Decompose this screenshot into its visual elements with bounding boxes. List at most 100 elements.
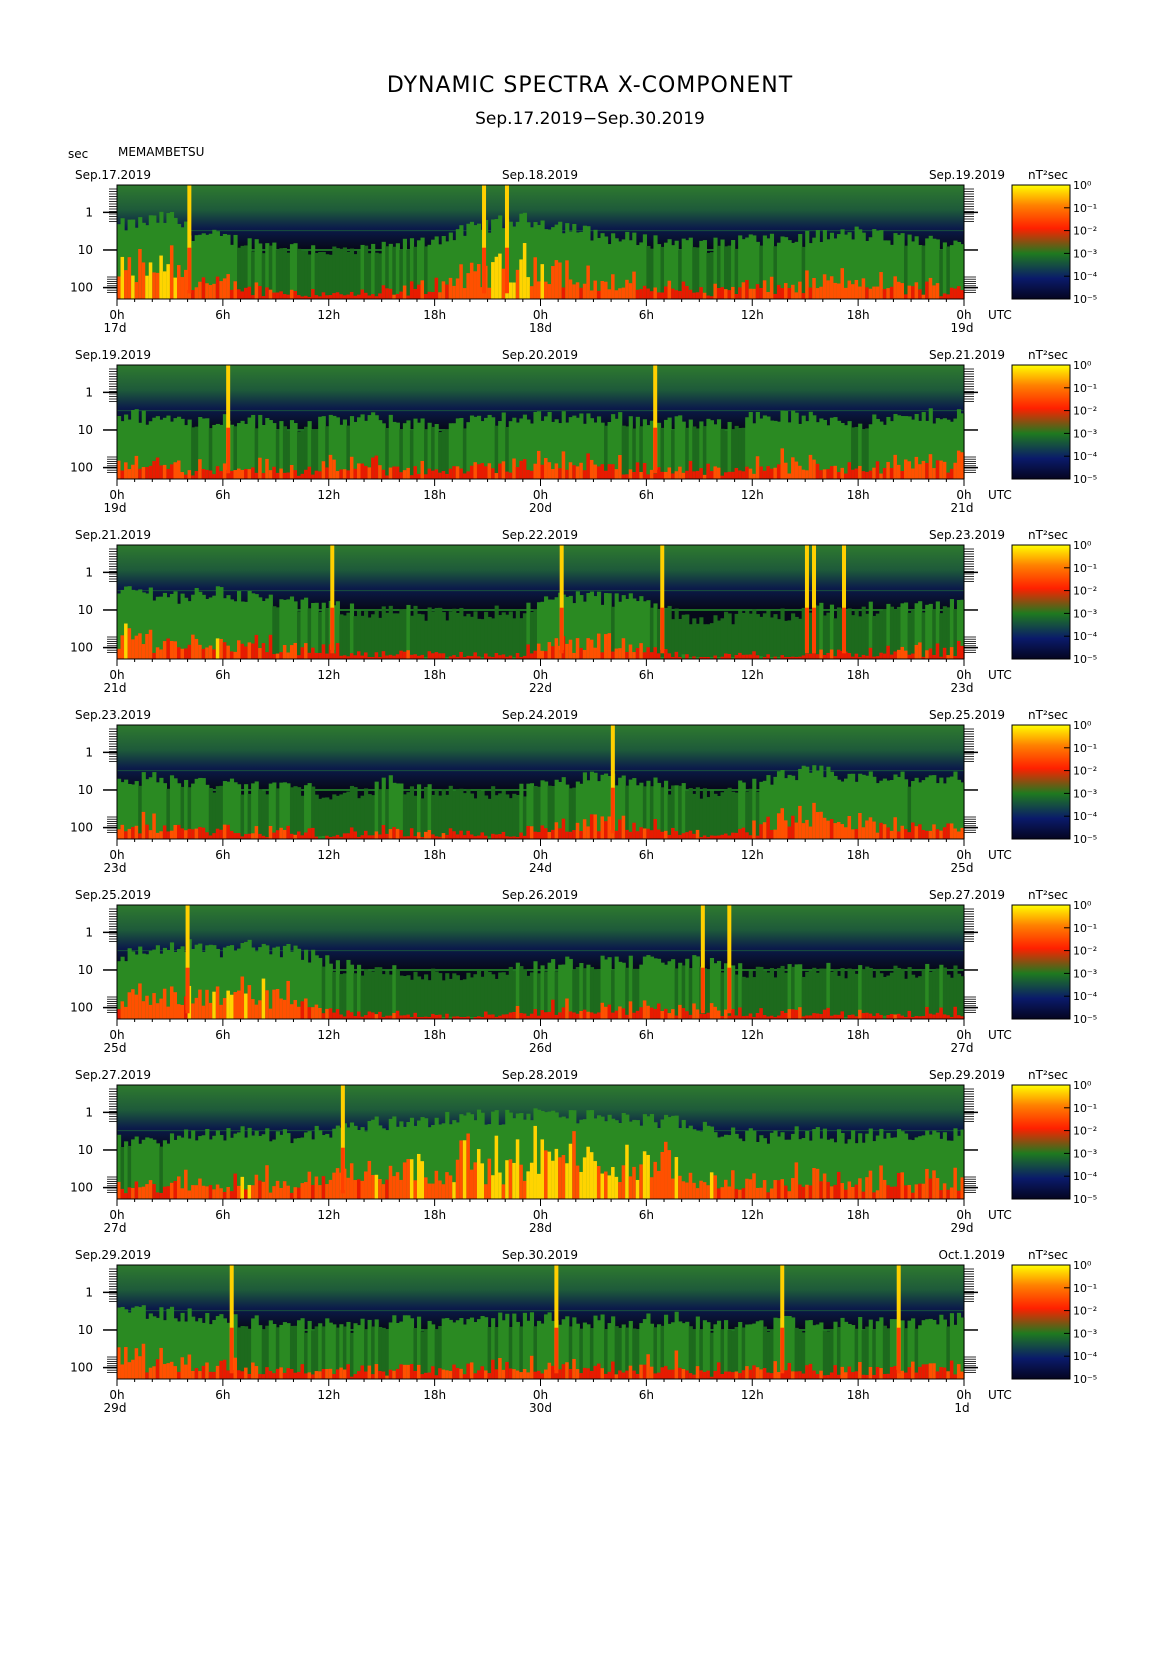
y-tick-label: 10	[78, 243, 93, 257]
activity-column	[942, 967, 947, 1019]
activity-column	[773, 293, 778, 299]
spike-mark	[780, 1327, 785, 1374]
activity-column	[805, 1015, 810, 1019]
x-tick-label: 6h	[639, 848, 654, 862]
activity-column	[879, 652, 884, 659]
y-tick-label: 10	[78, 783, 93, 797]
activity-column	[847, 280, 852, 299]
activity-column	[515, 269, 520, 299]
activity-column	[191, 634, 196, 659]
activity-column	[212, 424, 217, 479]
activity-column	[184, 830, 189, 839]
activity-column	[544, 828, 549, 839]
day-label-start: 23d	[104, 861, 127, 875]
activity-column	[487, 1014, 492, 1019]
activity-column	[784, 972, 789, 1019]
activity-column	[847, 653, 852, 659]
activity-column	[455, 466, 460, 479]
activity-column	[932, 1014, 937, 1019]
activity-column	[822, 615, 827, 659]
x-tick-label: 0h	[956, 1208, 971, 1222]
activity-column	[251, 251, 256, 299]
activity-column	[819, 1181, 824, 1199]
activity-column	[600, 1002, 605, 1019]
activity-column	[681, 421, 686, 479]
activity-column	[445, 1370, 450, 1379]
spike-mark	[187, 247, 192, 294]
activity-column	[660, 1367, 665, 1379]
activity-column	[589, 1152, 595, 1199]
activity-column	[681, 833, 686, 839]
activity-column	[918, 464, 923, 479]
activity-column	[593, 464, 598, 479]
panel-date-left: Sep.17.2019	[75, 168, 151, 182]
activity-column	[187, 1138, 192, 1199]
day-label-mid: 24d	[529, 861, 552, 875]
activity-column	[498, 834, 503, 839]
activity-column	[727, 653, 732, 659]
activity-column	[586, 453, 591, 479]
activity-column	[279, 599, 284, 659]
day-label-start: 25d	[104, 1041, 127, 1055]
activity-column	[836, 821, 842, 839]
activity-column	[318, 1185, 323, 1199]
activity-column	[791, 1317, 796, 1379]
activity-column	[769, 1329, 775, 1379]
activity-column	[826, 1007, 831, 1019]
activity-column	[798, 281, 803, 299]
x-tick-label: 6h	[215, 668, 230, 682]
activity-column	[773, 614, 778, 659]
station-label: MEMAMBETSU	[118, 145, 204, 159]
activity-column	[381, 651, 386, 659]
activity-column	[236, 1185, 242, 1199]
activity-column	[272, 606, 277, 659]
activity-column	[776, 1180, 782, 1199]
activity-column	[360, 835, 365, 839]
activity-column	[946, 1326, 951, 1379]
activity-column	[360, 975, 365, 1019]
activity-column	[279, 998, 284, 1019]
utc-label: UTC	[988, 308, 1012, 322]
activity-column	[325, 467, 330, 479]
activity-column	[529, 611, 535, 659]
activity-column	[448, 1319, 453, 1379]
activity-column	[282, 426, 287, 479]
x-tick-label: 0h	[109, 1388, 124, 1402]
activity-column	[533, 1371, 538, 1379]
activity-column	[801, 469, 806, 479]
activity-column	[328, 1179, 333, 1199]
activity-column	[491, 262, 496, 299]
activity-column	[222, 1191, 228, 1199]
activity-column	[755, 456, 760, 479]
activity-column	[367, 295, 372, 299]
activity-column	[145, 1184, 150, 1199]
activity-column	[240, 1176, 245, 1199]
activity-column	[851, 773, 856, 839]
activity-column	[766, 972, 771, 1019]
activity-column	[766, 1143, 771, 1199]
activity-column	[515, 1321, 520, 1379]
activity-column	[561, 1155, 566, 1199]
activity-column	[201, 827, 206, 839]
activity-column	[494, 473, 499, 479]
activity-column	[787, 826, 792, 839]
activity-column	[180, 648, 185, 659]
activity-column	[399, 975, 404, 1019]
activity-column	[487, 463, 492, 479]
activity-column	[191, 1185, 196, 1199]
activity-column	[547, 962, 552, 1019]
activity-column	[918, 824, 923, 839]
activity-column	[918, 642, 923, 659]
panel-date-left: Sep.25.2019	[75, 888, 151, 902]
activity-column	[399, 1179, 404, 1199]
activity-column	[900, 1320, 905, 1379]
activity-column	[141, 262, 146, 299]
activity-column	[614, 469, 619, 479]
activity-column	[942, 242, 947, 299]
activity-column	[536, 281, 542, 299]
activity-column	[724, 289, 729, 299]
activity-column	[265, 598, 270, 659]
activity-column	[484, 653, 489, 659]
activity-column	[544, 651, 549, 659]
colorbar-tick-label: 10⁻⁵	[1073, 293, 1097, 306]
